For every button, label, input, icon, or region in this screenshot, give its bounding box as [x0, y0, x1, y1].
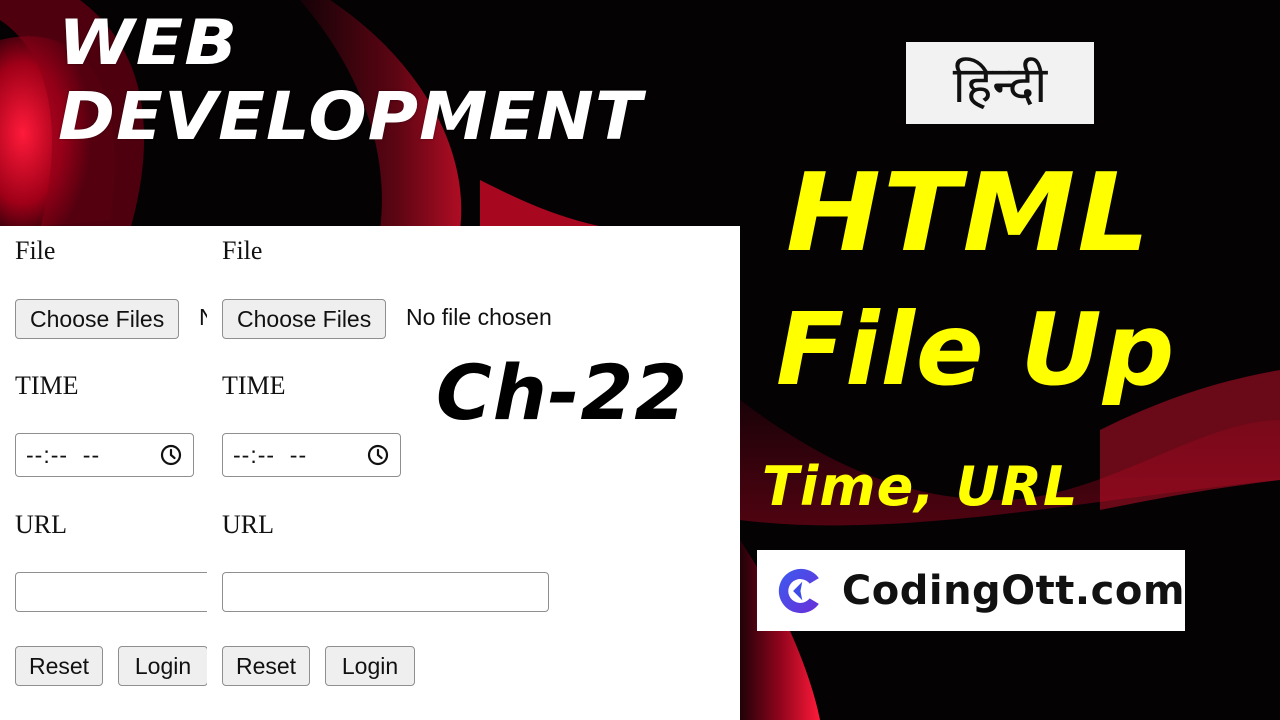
time-input[interactable]: --:-- --: [15, 433, 194, 477]
form-column-2: File Choose Files No file chosen TIME --…: [222, 226, 622, 720]
title-line-1: HTML: [786, 151, 1152, 276]
login-button[interactable]: Login: [325, 646, 415, 686]
hindi-language-badge: हिन्दी: [906, 42, 1094, 124]
brand-banner: CodingOtt.com: [757, 550, 1185, 631]
time-value: --:-- --: [26, 441, 101, 468]
choose-files-button[interactable]: Choose Files: [15, 299, 180, 339]
time-value: --:-- --: [233, 441, 308, 468]
file-label: File: [15, 236, 56, 265]
clock-icon[interactable]: [159, 443, 183, 467]
reset-button[interactable]: Reset: [222, 646, 310, 686]
chapter-number: Ch-22: [436, 348, 689, 437]
form-column-1: File Choose Files No file chosen TIME --…: [15, 226, 207, 720]
file-status-text: No file chosen: [199, 304, 207, 331]
url-label: URL: [222, 510, 274, 539]
reset-button[interactable]: Reset: [15, 646, 103, 686]
browser-form-preview: File Choose Files No file chosen TIME --…: [0, 226, 740, 720]
title-line-2: File Up: [776, 291, 1176, 408]
title-line-3: Time, URL: [762, 455, 1079, 518]
login-button[interactable]: Login: [118, 646, 207, 686]
file-label: File: [222, 236, 263, 265]
url-label: URL: [15, 510, 67, 539]
time-input[interactable]: --:-- --: [222, 433, 401, 477]
headline-line-2: DEVELOPMENT: [58, 78, 643, 155]
url-input[interactable]: [222, 572, 549, 612]
web-development-headline: WEB DEVELOPMENT: [58, 12, 642, 150]
column-divider: [207, 226, 222, 720]
time-label: TIME: [222, 371, 286, 400]
choose-files-button[interactable]: Choose Files: [222, 299, 387, 339]
file-status-text: No file chosen: [406, 304, 552, 330]
coding-ott-logo-icon: [778, 568, 819, 613]
time-label: TIME: [15, 371, 79, 400]
headline-line-1: WEB: [58, 6, 239, 79]
clock-icon[interactable]: [366, 443, 390, 467]
brand-name: CodingOtt.com: [841, 567, 1185, 614]
url-input[interactable]: [15, 572, 207, 612]
